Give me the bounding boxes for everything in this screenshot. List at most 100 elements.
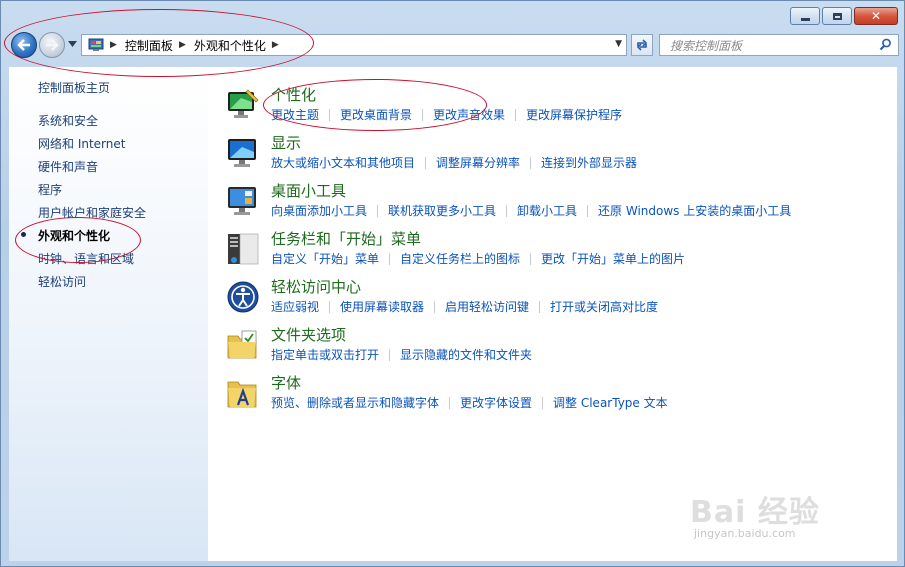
navigation-bar: ▶ 控制面板 ▶ 外观和个性化 ▶ ▼ (9, 31, 899, 59)
task-link-low-vision[interactable]: 适应弱视 (271, 298, 319, 315)
task-link-single-double-click[interactable]: 指定单击或双击打开 (271, 346, 379, 363)
divider (515, 108, 517, 121)
current-page-bullet (21, 232, 26, 237)
sidebar-item-clock-language-region[interactable]: 时钟、语言和区域 (38, 250, 134, 267)
divider (389, 348, 391, 361)
control-panel-icon (88, 38, 104, 52)
task-links: 预览、删除或者显示和隐藏字体 更改字体设置 调整 ClearType 文本 (271, 394, 668, 411)
category-title[interactable]: 轻松访问中心 (271, 276, 361, 297)
task-link-change-start-picture[interactable]: 更改「开始」菜单上的图片 (541, 250, 685, 267)
task-link-restore-gadgets[interactable]: 还原 Windows 上安装的桌面小工具 (598, 202, 791, 219)
divider (377, 204, 379, 217)
task-link-external-display[interactable]: 连接到外部显示器 (541, 154, 637, 171)
close-icon: ✕ (870, 9, 882, 23)
category-list: 个性化 更改主题 更改桌面背景 更改声音效果 更改屏幕保护程序 显示 放大或缩小… (208, 67, 897, 561)
divider (329, 108, 331, 121)
task-link-change-background[interactable]: 更改桌面背景 (340, 106, 412, 123)
task-link-accessibility-keys[interactable]: 启用轻松访问键 (445, 298, 529, 315)
divider (389, 252, 391, 265)
task-link-text-size[interactable]: 放大或缩小文本和其他项目 (271, 154, 415, 171)
address-dropdown-icon[interactable]: ▼ (615, 39, 622, 49)
maximize-button[interactable] (822, 7, 852, 25)
search-icon[interactable] (879, 38, 892, 54)
divider (449, 396, 451, 409)
maximize-icon (832, 12, 842, 20)
task-links: 自定义「开始」菜单 自定义任务栏上的图标 更改「开始」菜单上的图片 (271, 250, 685, 267)
breadcrumb-appearance[interactable]: 外观和个性化 (194, 37, 266, 54)
minimize-button[interactable] (790, 7, 820, 25)
personalization-icon (228, 89, 259, 118)
search-input[interactable] (668, 36, 877, 56)
divider (542, 396, 544, 409)
category-title[interactable]: 个性化 (271, 84, 316, 105)
sidebar-item-programs[interactable]: 程序 (38, 181, 62, 198)
baidu-watermark: Bai 经验 jingyan.baidu.com (690, 487, 890, 547)
breadcrumb-separator[interactable]: ▶ (179, 40, 186, 50)
divider (530, 156, 532, 169)
task-link-cleartype[interactable]: 调整 ClearType 文本 (553, 394, 668, 411)
sidebar-item-appearance[interactable]: 外观和个性化 (38, 227, 110, 244)
task-link-change-sounds[interactable]: 更改声音效果 (433, 106, 505, 123)
back-arrow-icon (17, 39, 30, 51)
sidebar-item-ease-of-access[interactable]: 轻松访问 (38, 273, 86, 290)
divider (506, 204, 508, 217)
breadcrumb-separator[interactable]: ▶ (272, 40, 279, 50)
task-link-uninstall-gadget[interactable]: 卸载小工具 (517, 202, 577, 219)
close-button[interactable]: ✕ (854, 7, 898, 25)
task-link-screen-reader[interactable]: 使用屏幕读取器 (340, 298, 424, 315)
minimize-icon (800, 17, 810, 21)
task-links: 更改主题 更改桌面背景 更改声音效果 更改屏幕保护程序 (271, 106, 622, 123)
breadcrumb-control-panel[interactable]: 控制面板 (125, 37, 173, 54)
sidebar-item-control-panel-home[interactable]: 控制面板主页 (38, 79, 110, 96)
task-links: 向桌面添加小工具 联机获取更多小工具 卸载小工具 还原 Windows 上安装的… (271, 202, 791, 219)
sidebar-item-user-accounts[interactable]: 用户帐户和家庭安全 (38, 204, 146, 221)
recent-pages-button[interactable] (67, 39, 77, 49)
refresh-icon (636, 39, 648, 51)
divider (425, 156, 427, 169)
display-icon (228, 139, 256, 167)
ease-of-access-icon (227, 281, 259, 313)
category-title[interactable]: 字体 (271, 372, 301, 393)
task-link-preview-fonts[interactable]: 预览、删除或者显示和隐藏字体 (271, 394, 439, 411)
watermark-brand: Bai 经验 (690, 495, 820, 530)
sidebar-item-hardware-sound[interactable]: 硬件和声音 (38, 158, 98, 175)
caption-buttons: ✕ (790, 7, 898, 25)
task-link-font-settings[interactable]: 更改字体设置 (460, 394, 532, 411)
address-bar[interactable]: ▶ 控制面板 ▶ 外观和个性化 ▶ ▼ (81, 34, 627, 56)
category-title[interactable]: 文件夹选项 (271, 324, 346, 345)
task-links: 适应弱视 使用屏幕读取器 启用轻松访问键 打开或关闭高对比度 (271, 298, 658, 315)
task-link-customize-taskbar-icons[interactable]: 自定义任务栏上的图标 (400, 250, 520, 267)
chevron-down-icon (67, 41, 77, 47)
task-link-add-gadgets[interactable]: 向桌面添加小工具 (271, 202, 367, 219)
search-box (659, 34, 899, 56)
taskbar-icon (228, 233, 259, 265)
refresh-button[interactable] (631, 34, 653, 56)
task-link-get-more-gadgets[interactable]: 联机获取更多小工具 (388, 202, 496, 219)
divider (434, 300, 436, 313)
back-button[interactable] (11, 32, 37, 58)
category-title[interactable]: 任务栏和「开始」菜单 (271, 228, 421, 249)
task-links: 放大或缩小文本和其他项目 调整屏幕分辨率 连接到外部显示器 (271, 154, 637, 171)
task-link-customize-start-menu[interactable]: 自定义「开始」菜单 (271, 250, 379, 267)
watermark-url: jingyan.baidu.com (694, 527, 796, 540)
divider (530, 252, 532, 265)
sidebar-item-network-internet[interactable]: 网络和 Internet (38, 135, 125, 152)
task-link-screen-resolution[interactable]: 调整屏幕分辨率 (436, 154, 520, 171)
category-title[interactable]: 显示 (271, 132, 301, 153)
gadgets-icon (228, 187, 256, 215)
divider (422, 108, 424, 121)
task-links: 指定单击或双击打开 显示隐藏的文件和文件夹 (271, 346, 532, 363)
divider (329, 300, 331, 313)
category-title[interactable]: 桌面小工具 (271, 180, 346, 201)
forward-button[interactable] (39, 32, 65, 58)
sidebar-item-system-security[interactable]: 系统和安全 (38, 112, 98, 129)
divider (587, 204, 589, 217)
task-link-change-screensaver[interactable]: 更改屏幕保护程序 (526, 106, 622, 123)
task-link-high-contrast[interactable]: 打开或关闭高对比度 (550, 298, 658, 315)
forward-arrow-icon (46, 39, 59, 51)
fonts-icon (227, 381, 257, 408)
divider (539, 300, 541, 313)
task-link-show-hidden-files[interactable]: 显示隐藏的文件和文件夹 (400, 346, 532, 363)
task-link-change-theme[interactable]: 更改主题 (271, 106, 319, 123)
navigation-pane: 控制面板主页 系统和安全 网络和 Internet 硬件和声音 程序 用户帐户和… (9, 67, 208, 561)
